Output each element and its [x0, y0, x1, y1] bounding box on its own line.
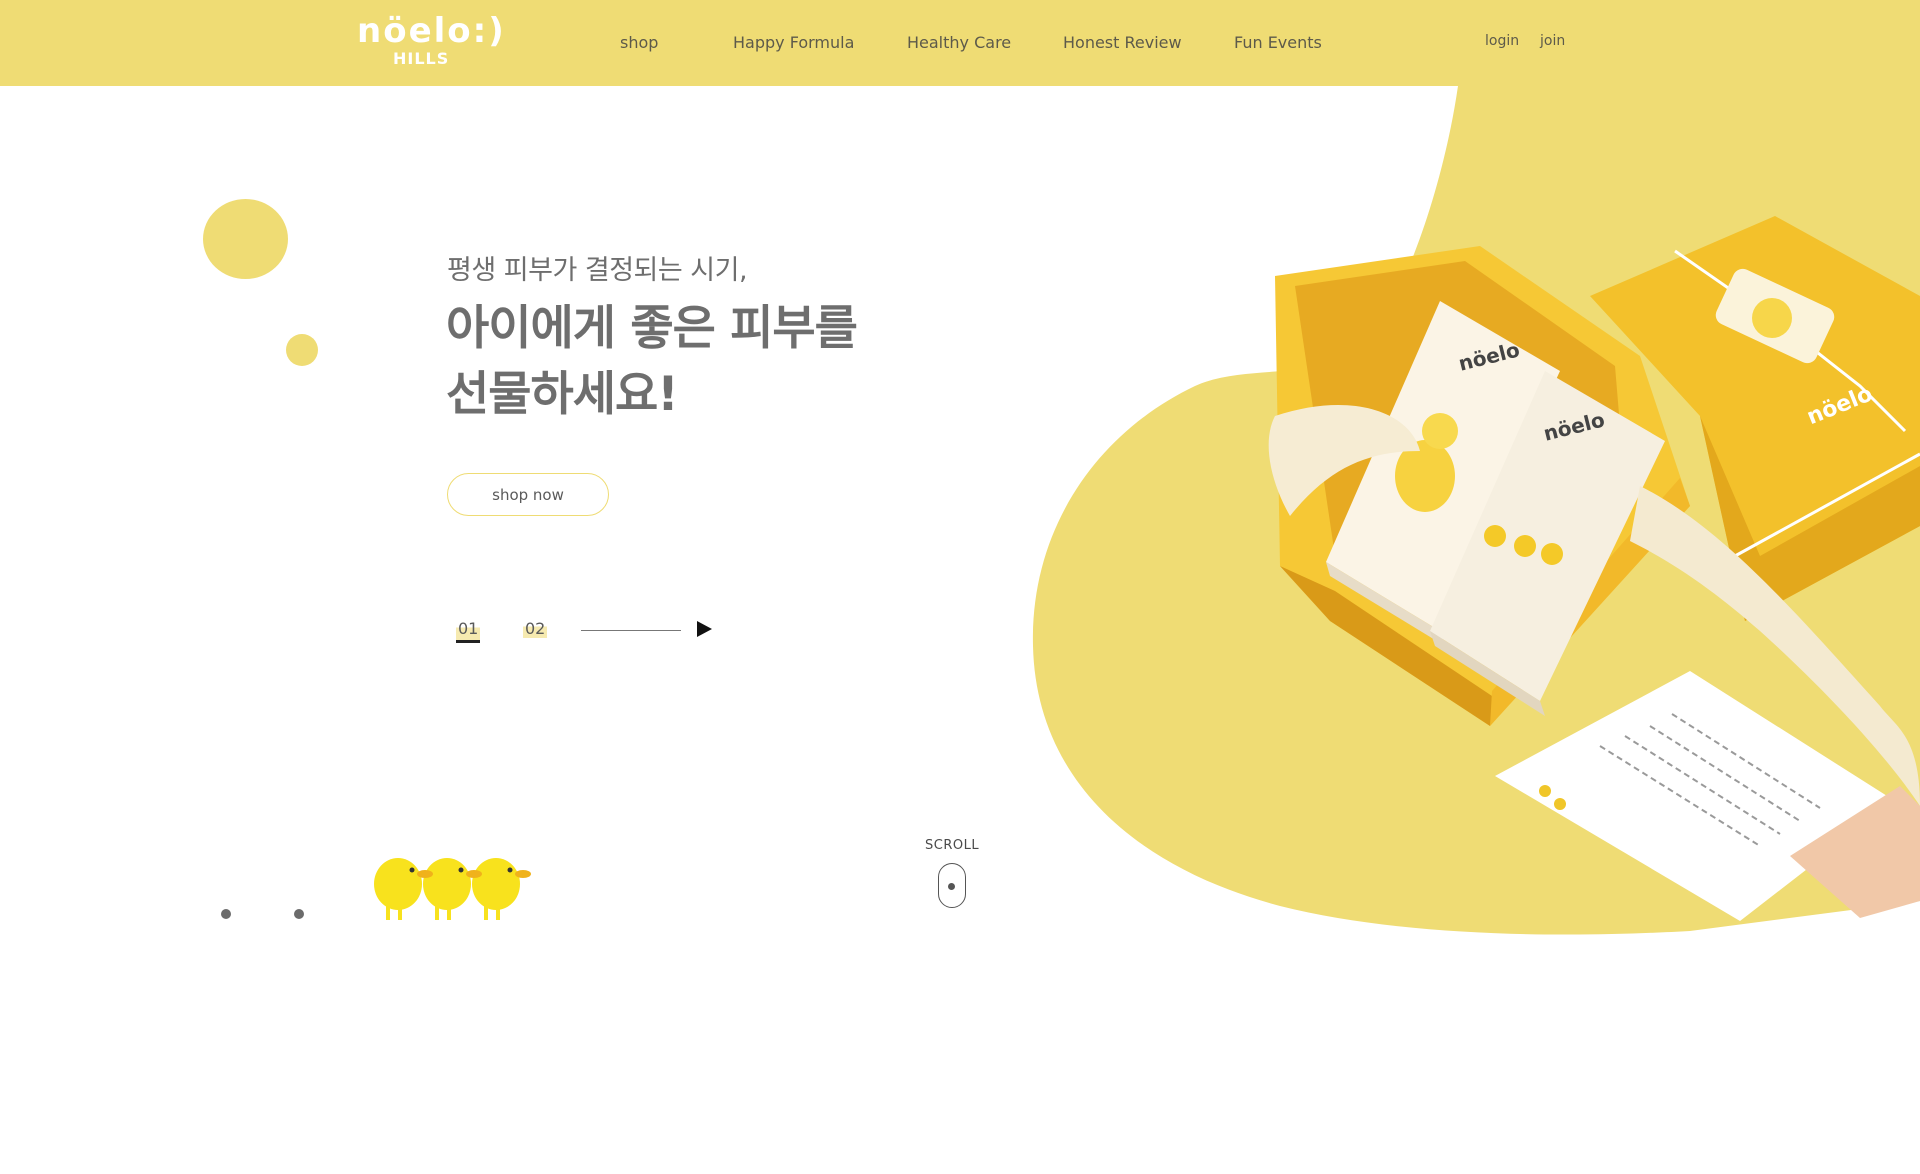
slide-indicator-02[interactable]: 02 — [523, 619, 548, 638]
nav-item-happy-formula[interactable]: Happy Formula — [733, 33, 854, 52]
hero-subtitle: 평생 피부가 결정되는 시기, — [447, 255, 748, 286]
hero-title-line: 아이에게 좋은 피부를 — [446, 301, 858, 356]
play-icon[interactable] — [694, 619, 714, 639]
mouse-scroll-icon[interactable] — [938, 863, 966, 908]
join-link[interactable]: join — [1540, 33, 1565, 49]
brand-logo[interactable]: nöelo:) HILLS — [357, 12, 504, 68]
nav-item-honest-review[interactable]: Honest Review — [1063, 33, 1182, 52]
site-header: nöelo:) HILLS shop Happy Formula Healthy… — [0, 0, 1920, 86]
slide-indicator-01[interactable]: 01 — [456, 619, 481, 643]
mouse-scroll-wheel — [948, 883, 955, 890]
page: nöelo:) HILLS shop Happy Formula Healthy… — [0, 0, 1920, 1174]
slide-progress-line — [581, 630, 681, 631]
logo-wordmark: nöelo:) — [357, 11, 506, 51]
hero-title: 아이에게 좋은 피부를 선물하세요! — [446, 296, 966, 428]
decor-circle-small — [286, 334, 318, 366]
gift-box-product-image: nöelo nöelo nöelo — [1032, 86, 1920, 935]
shop-now-button[interactable]: shop now — [447, 473, 609, 516]
decor-dot-gray — [294, 909, 304, 919]
hero-title-line: 선물하세요! — [446, 367, 679, 422]
login-link[interactable]: login — [1485, 33, 1519, 49]
scroll-label: SCROLL — [925, 838, 980, 853]
decor-dot-gray — [221, 909, 231, 919]
nav-item-healthy-care[interactable]: Healthy Care — [907, 33, 1011, 52]
nav-item-shop[interactable]: shop — [620, 33, 658, 52]
chicks-illustration — [374, 858, 531, 920]
decor-circle-large — [203, 199, 288, 279]
nav-item-fun-events[interactable]: Fun Events — [1234, 33, 1322, 52]
logo-subtitle: HILLS — [393, 49, 450, 68]
